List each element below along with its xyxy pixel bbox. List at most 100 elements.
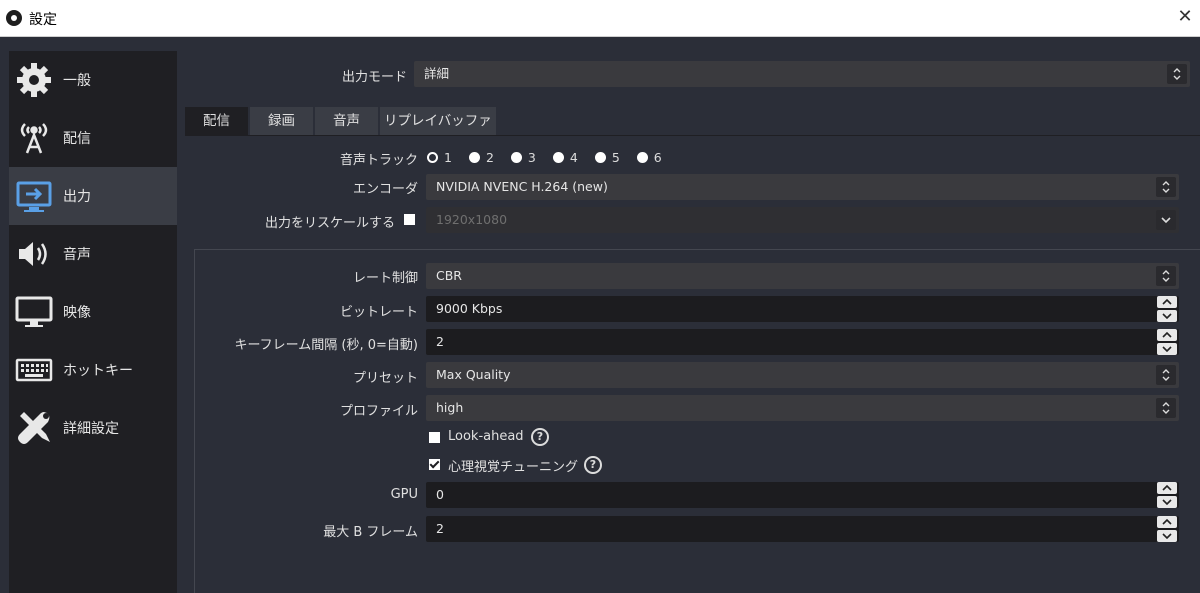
tab-replay-buffer[interactable]: リプレイバッファ bbox=[380, 107, 496, 135]
lookahead-checkbox[interactable] bbox=[429, 432, 440, 443]
profile-value: high bbox=[436, 400, 464, 415]
speaker-icon bbox=[11, 231, 57, 277]
tab-streaming[interactable]: 配信 bbox=[185, 107, 248, 135]
chevron-down-icon[interactable] bbox=[1157, 310, 1177, 322]
keyframe-interval-value: 2 bbox=[436, 334, 444, 349]
bitrate-stepper bbox=[1157, 296, 1177, 322]
chevron-updown-icon bbox=[1156, 266, 1176, 286]
radio-icon bbox=[552, 152, 564, 163]
gpu-value: 0 bbox=[436, 487, 444, 502]
tab-recording[interactable]: 録画 bbox=[250, 107, 313, 135]
window-title: 設定 bbox=[29, 12, 57, 28]
chevron-up-icon[interactable] bbox=[1157, 296, 1177, 308]
radio-icon bbox=[468, 152, 480, 163]
audio-track-radio-1[interactable]: 1 bbox=[427, 150, 452, 165]
bitrate-label: ビットレート bbox=[339, 305, 418, 320]
rescale-label: 出力をリスケールする bbox=[264, 216, 395, 231]
settings-sidebar: 一般 配信 出力 音声 映像 ホットキー 詳細設定 bbox=[9, 51, 177, 593]
help-icon[interactable]: ? bbox=[531, 428, 549, 446]
sidebar-item-output[interactable]: 出力 bbox=[9, 167, 177, 225]
chevron-down-icon bbox=[1156, 210, 1176, 230]
max-bframes-stepper bbox=[1157, 516, 1177, 542]
chevron-up-icon[interactable] bbox=[1157, 482, 1177, 494]
sidebar-item-label: 音声 bbox=[63, 247, 91, 263]
audio-track-radio-4[interactable]: 4 bbox=[552, 150, 578, 165]
audio-track-label: 音声トラック bbox=[339, 153, 418, 168]
sidebar-item-audio[interactable]: 音声 bbox=[9, 225, 177, 283]
broadcast-antenna-icon bbox=[11, 115, 57, 161]
max-bframes-spinbox[interactable]: 2 bbox=[426, 516, 1179, 542]
profile-select[interactable]: high bbox=[426, 395, 1179, 421]
preset-value: Max Quality bbox=[436, 367, 511, 382]
radio-icon bbox=[594, 152, 606, 163]
audio-track-radio-6[interactable]: 6 bbox=[636, 150, 662, 165]
chevron-down-icon[interactable] bbox=[1157, 530, 1177, 542]
help-icon[interactable]: ? bbox=[584, 456, 602, 474]
keyboard-icon bbox=[11, 347, 57, 393]
sidebar-item-label: 詳細設定 bbox=[63, 421, 119, 437]
chevron-down-icon[interactable] bbox=[1157, 343, 1177, 355]
bitrate-spinbox[interactable]: 9000 Kbps bbox=[426, 296, 1179, 322]
keyframe-stepper bbox=[1157, 329, 1177, 355]
chevron-updown-icon bbox=[1156, 177, 1176, 197]
sidebar-item-general[interactable]: 一般 bbox=[9, 51, 177, 109]
sidebar-item-label: 映像 bbox=[63, 305, 91, 321]
encoder-value: NVIDIA NVENC H.264 (new) bbox=[436, 179, 608, 194]
output-monitor-icon bbox=[11, 173, 57, 219]
profile-label: プロファイル bbox=[339, 404, 418, 419]
gpu-stepper bbox=[1157, 482, 1177, 508]
display-icon bbox=[11, 289, 57, 335]
sidebar-item-video[interactable]: 映像 bbox=[9, 283, 177, 341]
keyframe-interval-label: キーフレーム間隔 (秒, 0=自動) bbox=[234, 338, 418, 353]
lookahead-label: Look-ahead bbox=[448, 429, 524, 444]
chevron-up-icon[interactable] bbox=[1157, 329, 1177, 341]
preset-select[interactable]: Max Quality bbox=[426, 362, 1179, 388]
rescale-resolution-select: 1920x1080 bbox=[426, 207, 1179, 233]
radio-icon bbox=[636, 152, 648, 163]
audio-track-radio-5[interactable]: 5 bbox=[594, 150, 620, 165]
gpu-label: GPU bbox=[390, 487, 418, 502]
rate-control-select[interactable]: CBR bbox=[426, 263, 1179, 289]
sidebar-item-stream[interactable]: 配信 bbox=[9, 109, 177, 167]
sidebar-item-advanced[interactable]: 詳細設定 bbox=[9, 399, 177, 457]
output-mode-value: 詳細 bbox=[424, 66, 450, 81]
radio-selected-icon bbox=[427, 152, 438, 163]
sidebar-item-label: ホットキー bbox=[63, 363, 133, 379]
max-bframes-label: 最大 B フレーム bbox=[323, 525, 418, 540]
keyframe-interval-spinbox[interactable]: 2 bbox=[426, 329, 1179, 355]
rescale-resolution-value: 1920x1080 bbox=[436, 212, 508, 227]
encoder-label: エンコーダ bbox=[352, 182, 418, 197]
gpu-spinbox[interactable]: 0 bbox=[426, 482, 1179, 508]
chevron-updown-icon bbox=[1156, 398, 1176, 418]
chevron-updown-icon bbox=[1167, 64, 1187, 84]
max-bframes-value: 2 bbox=[436, 521, 444, 536]
gear-icon bbox=[11, 57, 57, 103]
sidebar-item-label: 配信 bbox=[63, 131, 91, 147]
output-mode-label: 出力モード bbox=[341, 70, 407, 85]
tools-icon bbox=[11, 405, 57, 451]
rate-control-value: CBR bbox=[436, 268, 462, 283]
audio-track-radio-3[interactable]: 3 bbox=[510, 150, 536, 165]
psycho-visual-label: 心理視覚チューニング bbox=[448, 460, 579, 475]
tab-audio[interactable]: 音声 bbox=[315, 107, 378, 135]
sidebar-item-label: 出力 bbox=[63, 189, 91, 205]
encoder-select[interactable]: NVIDIA NVENC H.264 (new) bbox=[426, 174, 1179, 200]
output-settings-panel: 出力モード 詳細 配信 録画 音声 リプレイバッファ 音声トラック 1 2 3 … bbox=[177, 51, 1200, 593]
rate-control-label: レート制御 bbox=[352, 271, 418, 286]
rescale-checkbox[interactable] bbox=[404, 214, 415, 225]
psycho-visual-checkbox[interactable] bbox=[429, 459, 440, 470]
output-mode-select[interactable]: 詳細 bbox=[414, 61, 1190, 87]
chevron-down-icon[interactable] bbox=[1157, 496, 1177, 508]
tab-divider bbox=[185, 135, 1200, 136]
close-button[interactable]: ✕ bbox=[1174, 6, 1196, 28]
audio-track-radio-2[interactable]: 2 bbox=[468, 150, 494, 165]
preset-label: プリセット bbox=[352, 371, 418, 386]
bitrate-value: 9000 Kbps bbox=[436, 301, 503, 316]
obs-logo-icon bbox=[6, 10, 22, 26]
chevron-up-icon[interactable] bbox=[1157, 516, 1177, 528]
output-tabs: 配信 録画 音声 リプレイバッファ bbox=[185, 107, 498, 135]
radio-icon bbox=[510, 152, 522, 163]
audio-track-radio-group: 1 2 3 4 5 6 bbox=[427, 150, 679, 165]
sidebar-item-hotkeys[interactable]: ホットキー bbox=[9, 341, 177, 399]
sidebar-item-label: 一般 bbox=[63, 73, 91, 89]
